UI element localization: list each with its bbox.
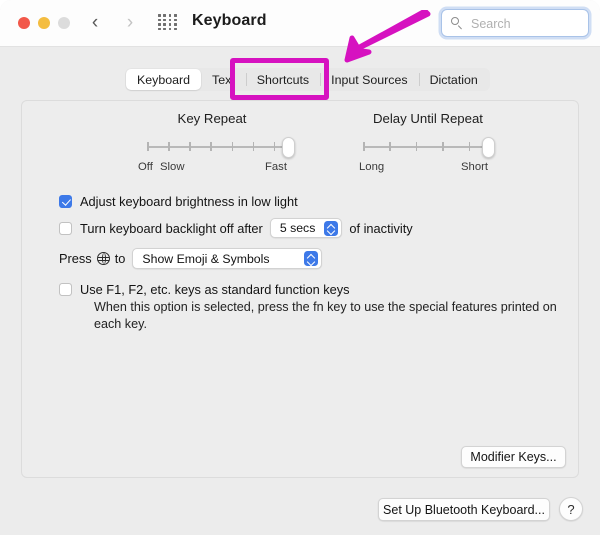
backlight-off-label-before: Turn keyboard backlight off after (80, 220, 263, 236)
tab-shortcuts-label: Shortcuts (256, 72, 310, 87)
title-bar: ‹ › Keyboard Search (0, 0, 600, 47)
function-keys-checkbox[interactable] (59, 283, 72, 296)
tab-text[interactable]: Text (201, 69, 246, 90)
key-repeat-label-slow: Slow (160, 161, 185, 173)
tab-dictation-label: Dictation (429, 72, 478, 87)
backlight-off-row[interactable]: Turn keyboard backlight off after 5 secs… (59, 218, 413, 238)
press-globe-label-before: Press (59, 251, 92, 266)
delay-label-long: Long (359, 161, 385, 173)
zoom-button[interactable] (58, 17, 70, 29)
tab-input-sources-label: Input Sources (331, 72, 408, 87)
window-controls (18, 17, 70, 29)
tab-shortcuts[interactable]: Shortcuts (245, 69, 320, 90)
back-button[interactable]: ‹ (84, 11, 106, 35)
adjust-brightness-checkbox[interactable] (59, 195, 72, 208)
press-globe-label-mid: to (114, 251, 126, 266)
backlight-delay-select[interactable]: 5 secs (269, 218, 343, 238)
key-repeat-label-off: Off (138, 161, 153, 173)
globe-action-select[interactable]: Show Emoji & Symbols (132, 248, 323, 269)
keyboard-settings-panel: Key Repeat Delay Until Repeat Off Slow F… (21, 100, 579, 478)
backlight-delay-value: 5 secs (279, 221, 316, 235)
help-button[interactable]: ? (559, 497, 583, 521)
tab-keyboard-label: Keyboard (137, 72, 191, 87)
tab-input-sources[interactable]: Input Sources (320, 69, 418, 90)
key-repeat-title: Key Repeat (177, 111, 247, 126)
page-title: Keyboard (192, 12, 267, 29)
tab-dictation[interactable]: Dictation (418, 69, 489, 90)
adjust-brightness-label: Adjust keyboard brightness in low light (80, 194, 298, 209)
function-keys-row[interactable]: Use F1, F2, etc. keys as standard functi… (59, 282, 350, 297)
press-globe-row[interactable]: Press to Show Emoji & Symbols (59, 248, 329, 269)
chevron-up-down-icon[interactable] (324, 220, 339, 236)
backlight-off-checkbox[interactable] (59, 221, 72, 235)
tab-keyboard[interactable]: Keyboard (126, 69, 202, 90)
key-repeat-slider[interactable]: Off Slow Fast (138, 137, 295, 173)
backlight-off-label-after: of inactivity (349, 220, 413, 236)
tab-group: Keyboard Text Shortcuts Input Sources Di… (125, 68, 490, 91)
globe-action-value: Show Emoji & Symbols (142, 251, 270, 266)
key-repeat-knob[interactable] (282, 137, 295, 158)
globe-icon (96, 252, 110, 265)
set-up-bluetooth-keyboard-button[interactable]: Set Up Bluetooth Keyboard... (378, 498, 550, 521)
key-repeat-ticks (147, 142, 295, 152)
delay-until-repeat-title: Delay Until Repeat (373, 111, 483, 126)
forward-button[interactable]: › (119, 11, 141, 35)
close-button[interactable] (18, 17, 30, 29)
delay-knob[interactable] (482, 137, 495, 158)
chevron-up-down-icon-2[interactable] (304, 251, 319, 266)
delay-until-repeat-slider[interactable]: Long Short (359, 137, 495, 173)
function-keys-label: Use F1, F2, etc. keys as standard functi… (80, 282, 350, 297)
delay-ticks (363, 142, 495, 152)
key-repeat-label-fast: Fast (265, 161, 287, 173)
delay-label-short: Short (461, 161, 489, 173)
search-placeholder: Search (471, 17, 511, 31)
search-input[interactable]: Search (441, 9, 589, 37)
keyboard-preferences-window: ‹ › Keyboard Search Keyboard Text Shortc… (0, 0, 600, 535)
function-keys-description: When this option is selected, press the … (94, 300, 557, 331)
modifier-keys-button[interactable]: Modifier Keys... (461, 446, 566, 468)
search-icon (451, 17, 464, 30)
minimize-button[interactable] (38, 17, 50, 29)
tab-text-label: Text (212, 72, 235, 87)
apps-grid-icon[interactable] (158, 14, 177, 32)
tab-bar: Keyboard Text Shortcuts Input Sources Di… (0, 47, 600, 92)
adjust-brightness-row[interactable]: Adjust keyboard brightness in low light (59, 194, 298, 209)
